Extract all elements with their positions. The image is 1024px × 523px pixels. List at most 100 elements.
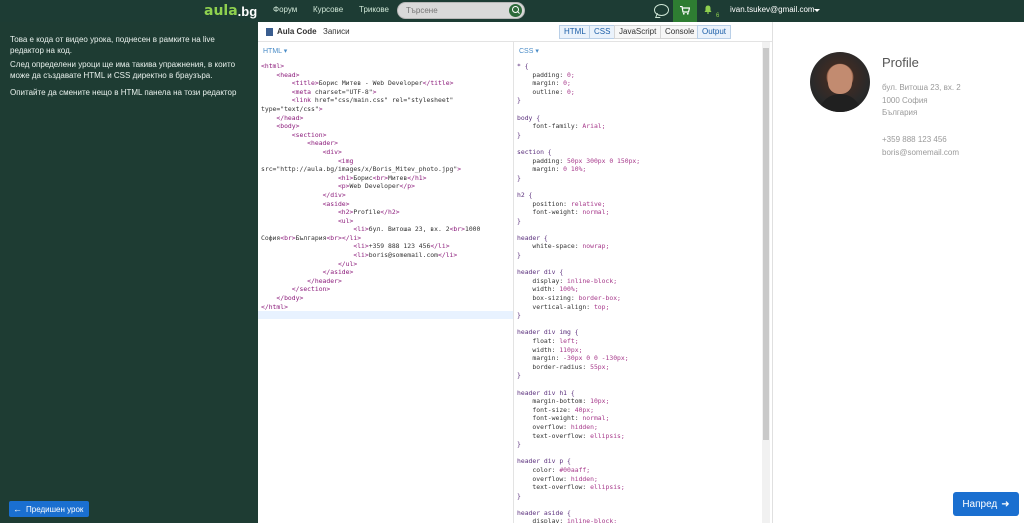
- code-line[interactable]: </head>: [261, 114, 480, 123]
- code-line[interactable]: margin-bottom: 10px;: [517, 397, 640, 406]
- code-line[interactable]: header {: [517, 234, 640, 243]
- code-line[interactable]: font-size: 40px;: [517, 406, 640, 415]
- code-line[interactable]: <ul>: [261, 217, 480, 226]
- code-line[interactable]: </div>: [261, 191, 480, 200]
- code-line[interactable]: font-weight: normal;: [517, 208, 640, 217]
- code-line[interactable]: font-family: Arial;: [517, 122, 640, 131]
- code-line[interactable]: border-radius: 55px;: [517, 363, 640, 372]
- code-line[interactable]: header aside {: [517, 509, 640, 518]
- code-line[interactable]: margin: 0;: [517, 79, 640, 88]
- code-line[interactable]: position: relative;: [517, 200, 640, 209]
- tab-css[interactable]: CSS: [589, 25, 616, 39]
- bell-icon[interactable]: [704, 5, 712, 14]
- code-line[interactable]: overflow: hidden;: [517, 475, 640, 484]
- code-line[interactable]: <meta charset="UTF-8">: [261, 88, 480, 97]
- html-editor-pane[interactable]: HTML ▾ <html> <head> <title>Борис Митев …: [258, 42, 514, 523]
- code-line[interactable]: color: #00aaff;: [517, 466, 640, 475]
- code-line[interactable]: width: 100%;: [517, 285, 640, 294]
- code-line[interactable]: white-space: nowrap;: [517, 242, 640, 251]
- tab-output[interactable]: Output: [697, 25, 732, 39]
- next-lesson-button[interactable]: Напред ➜: [953, 492, 1019, 516]
- code-line[interactable]: [517, 260, 640, 269]
- nav-link-tricks[interactable]: Трикове: [359, 5, 389, 14]
- code-line[interactable]: header div img {: [517, 328, 640, 337]
- code-line[interactable]: outline: 0;: [517, 88, 640, 97]
- code-line[interactable]: </html>: [261, 303, 480, 312]
- code-line[interactable]: </aside>: [261, 268, 480, 277]
- code-line[interactable]: font-weight: normal;: [517, 414, 640, 423]
- code-line[interactable]: text-overflow: ellipsis;: [517, 432, 640, 441]
- code-line[interactable]: <body>: [261, 122, 480, 131]
- code-line[interactable]: }: [517, 371, 640, 380]
- code-line[interactable]: text-overflow: ellipsis;: [517, 483, 640, 492]
- code-line[interactable]: <h1>Борис<br>Митев</h1>: [261, 174, 480, 183]
- code-line[interactable]: <section>: [261, 131, 480, 140]
- chat-icon[interactable]: [654, 4, 669, 16]
- nav-link-courses[interactable]: Курсове: [313, 5, 343, 14]
- code-line[interactable]: [517, 500, 640, 509]
- code-line[interactable]: margin: -30px 0 0 -130px;: [517, 354, 640, 363]
- code-line[interactable]: padding: 0;: [517, 71, 640, 80]
- code-line[interactable]: }: [517, 251, 640, 260]
- code-line[interactable]: margin: 0 10%;: [517, 165, 640, 174]
- code-line[interactable]: [517, 139, 640, 148]
- user-menu[interactable]: ivan.tsukev@gmail.com: [730, 5, 815, 14]
- code-line[interactable]: <li>boris@somemail.com</li>: [261, 251, 480, 260]
- code-line[interactable]: }: [517, 217, 640, 226]
- code-line[interactable]: <div>: [261, 148, 480, 157]
- css-pane-label[interactable]: CSS ▾: [519, 47, 539, 55]
- code-line[interactable]: box-sizing: border-box;: [517, 294, 640, 303]
- nav-link-forum[interactable]: Форум: [273, 5, 297, 14]
- code-line[interactable]: padding: 50px 300px 0 150px;: [517, 157, 640, 166]
- css-scrollbar-thumb[interactable]: [763, 48, 769, 440]
- code-line[interactable]: [517, 320, 640, 329]
- code-line[interactable]: header div p {: [517, 457, 640, 466]
- code-line[interactable]: }: [517, 96, 640, 105]
- previous-lesson-button[interactable]: ← Предишен урок: [9, 501, 89, 517]
- code-line[interactable]: width: 110px;: [517, 346, 640, 355]
- code-line[interactable]: h2 {: [517, 191, 640, 200]
- code-line[interactable]: </body>: [261, 294, 480, 303]
- code-line[interactable]: </ul>: [261, 260, 480, 269]
- code-line[interactable]: body {: [517, 114, 640, 123]
- html-pane-label[interactable]: HTML ▾: [263, 47, 287, 55]
- code-line[interactable]: [517, 182, 640, 191]
- code-line[interactable]: type="text/css">: [261, 105, 480, 114]
- code-line[interactable]: [517, 380, 640, 389]
- code-line[interactable]: <p>Web Developer</p>: [261, 182, 480, 191]
- tab-javascript[interactable]: JavaScript: [614, 25, 662, 39]
- code-line[interactable]: display: inline-block;: [517, 517, 640, 523]
- code-line[interactable]: }: [517, 492, 640, 501]
- code-line[interactable]: vertical-align: top;: [517, 303, 640, 312]
- search-input[interactable]: [406, 5, 506, 16]
- code-line[interactable]: }: [517, 311, 640, 320]
- tab-html[interactable]: HTML: [559, 25, 591, 39]
- code-line[interactable]: }: [517, 440, 640, 449]
- aula-code-title[interactable]: Aula Code: [266, 27, 317, 36]
- cart-button[interactable]: [673, 0, 697, 22]
- code-line[interactable]: [517, 105, 640, 114]
- code-line[interactable]: }: [517, 174, 640, 183]
- code-line[interactable]: </section>: [261, 285, 480, 294]
- code-line[interactable]: София<br>България<br></li>: [261, 234, 480, 243]
- code-line[interactable]: [517, 225, 640, 234]
- code-line[interactable]: <li>бул. Витоша 23, вх. 2<br>1000: [261, 225, 480, 234]
- code-line[interactable]: [517, 449, 640, 458]
- code-line[interactable]: </header>: [261, 277, 480, 286]
- aula-logo[interactable]: aula .bg: [204, 2, 257, 20]
- html-code[interactable]: <html> <head> <title>Борис Митев - Web D…: [261, 62, 480, 311]
- code-line[interactable]: <img: [261, 157, 480, 166]
- code-line[interactable]: section {: [517, 148, 640, 157]
- code-line[interactable]: overflow: hidden;: [517, 423, 640, 432]
- code-line[interactable]: }: [517, 131, 640, 140]
- code-line[interactable]: float: left;: [517, 337, 640, 346]
- code-line[interactable]: <header>: [261, 139, 480, 148]
- css-editor-pane[interactable]: CSS ▾ * { padding: 0; margin: 0; outline…: [514, 42, 772, 523]
- code-line[interactable]: header div h1 {: [517, 389, 640, 398]
- search-icon[interactable]: [509, 4, 522, 17]
- code-line[interactable]: <aside>: [261, 200, 480, 209]
- tab-notes[interactable]: Записи: [323, 27, 350, 36]
- code-line[interactable]: display: inline-block;: [517, 277, 640, 286]
- code-line[interactable]: <html>: [261, 62, 480, 71]
- code-line[interactable]: <head>: [261, 71, 480, 80]
